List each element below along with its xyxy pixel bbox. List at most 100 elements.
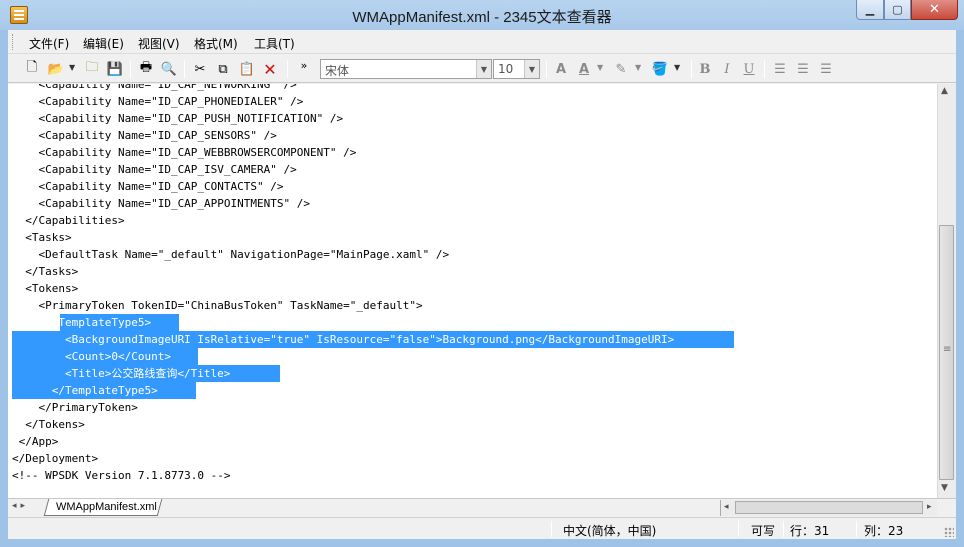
- status-row: 行：31: [790, 524, 830, 538]
- close-button[interactable]: ✕: [911, 0, 958, 20]
- scroll-left-icon[interactable]: ◂: [724, 502, 729, 512]
- code-line: <PrimaryToken TokenID="ChinaBusToken" Ta…: [12, 299, 423, 312]
- code-line: <Capability Name="ID_CAP_NETWORKING" />: [12, 84, 297, 91]
- copy-icon[interactable]: ⧉: [213, 59, 233, 79]
- code-line: <Tasks>: [12, 231, 72, 244]
- open-dropdown-icon[interactable]: ▼: [69, 63, 75, 72]
- code-line: <Capability Name="ID_CAP_ISV_CAMERA" />: [12, 163, 297, 176]
- code-line: </Capabilities>: [12, 214, 125, 227]
- status-separator: [551, 521, 552, 537]
- new-file-icon[interactable]: 🗋: [22, 59, 42, 79]
- code-line: <Capability Name="ID_CAP_WEBBROWSERCOMPO…: [12, 146, 357, 159]
- align-right-icon[interactable]: ☰: [816, 59, 836, 79]
- delete-icon[interactable]: ✕: [260, 59, 280, 79]
- highlight-icon[interactable]: ✎: [611, 59, 631, 79]
- title-bar: WMAppManifest.xml - 2345文本查看器 ▁ ▢ ✕: [0, 0, 964, 30]
- code-line-selected: <Count>0</Count>: [12, 350, 171, 363]
- vertical-scroll-thumb[interactable]: [939, 225, 954, 480]
- menu-file[interactable]: 文件(F): [29, 35, 69, 52]
- minimize-button[interactable]: ▁: [856, 0, 884, 20]
- highlight-dropdown-icon[interactable]: ▼: [635, 63, 641, 72]
- code-line: <!-- WPSDK Version 7.1.8773.0 -->: [12, 469, 231, 482]
- code-line: <DefaultTask Name="_default" NavigationP…: [12, 248, 450, 261]
- chevron-down-icon[interactable]: ▼: [476, 60, 491, 78]
- code-line-selected: <Title>公交路线查询</Title>: [12, 367, 231, 380]
- font-size-value: 10: [498, 62, 514, 76]
- tab-scroll-arrows-icon[interactable]: ◂▸: [12, 501, 29, 511]
- vertical-scrollbar[interactable]: ▲ ▼: [937, 84, 956, 498]
- italic-icon[interactable]: I: [717, 59, 737, 79]
- status-encoding: 中文(简体，中国): [563, 524, 657, 538]
- maximize-button[interactable]: ▢: [884, 0, 911, 20]
- menu-tools[interactable]: 工具(T): [254, 35, 295, 52]
- scroll-up-icon[interactable]: ▲: [941, 86, 948, 96]
- window-title: WMAppManifest.xml - 2345文本查看器: [352, 9, 612, 26]
- font-name-value: 宋体: [325, 64, 350, 78]
- save-icon[interactable]: 💾: [105, 59, 125, 79]
- find-icon[interactable]: 🔍: [159, 59, 179, 79]
- maximize-icon: ▢: [892, 3, 903, 16]
- code-line: </Tokens>: [12, 418, 85, 431]
- window-frame: [0, 539, 964, 547]
- horizontal-scrollbar[interactable]: ◂ ▸: [720, 500, 937, 516]
- paste-icon[interactable]: 📋: [237, 59, 257, 79]
- open-folder-icon[interactable]: 📂: [46, 59, 66, 79]
- cut-icon[interactable]: ✂: [190, 59, 210, 79]
- align-center-icon[interactable]: ☰: [793, 59, 813, 79]
- text-editor[interactable]: <Capability Name="ID_CAP_NETWORKING" /> …: [8, 84, 937, 498]
- code-line: <Capability Name="ID_CAP_CONTACTS" />: [12, 180, 284, 193]
- scroll-right-icon[interactable]: ▸: [927, 502, 932, 512]
- code-line-selected: <BackgroundImageURI IsRelative="true" Is…: [12, 333, 675, 346]
- open-recent-folder-icon[interactable]: 🗀: [82, 59, 102, 79]
- code-line: </Deployment>: [12, 452, 99, 465]
- menu-format[interactable]: 格式(M): [194, 35, 238, 52]
- fill-color-dropdown-icon[interactable]: ▼: [674, 63, 680, 72]
- chevron-down-icon[interactable]: ▼: [524, 60, 539, 78]
- code-line: <Capability Name="ID_CAP_APPOINTMENTS" /…: [12, 197, 311, 210]
- status-bar: 中文(简体，中国) 可写 行：31 列：23: [8, 517, 956, 539]
- code-line: </PrimaryToken>: [12, 401, 138, 414]
- toolbar-separator: [130, 60, 131, 78]
- code-line: </Tasks>: [12, 265, 79, 278]
- print-icon[interactable]: 🖶: [136, 59, 156, 79]
- toolbar-separator: [184, 60, 185, 78]
- status-col: 列：23: [864, 524, 904, 538]
- code-line: <Tokens>: [12, 282, 79, 295]
- font-grow-icon[interactable]: A: [551, 59, 571, 79]
- toolbar-separator: [546, 60, 547, 78]
- overflow-icon[interactable]: »: [294, 55, 314, 75]
- status-separator: [783, 521, 784, 537]
- menu-view[interactable]: 视图(V): [138, 35, 180, 52]
- code-line-selected: <TemplateType5>: [12, 316, 152, 329]
- document-tab-bar: ◂▸ WMAppManifest.xml ◂ ▸: [8, 498, 956, 517]
- fill-color-icon[interactable]: 🪣: [650, 59, 670, 79]
- code-line: <Capability Name="ID_CAP_PHONEDIALER" />: [12, 95, 304, 108]
- scroll-down-icon[interactable]: ▼: [941, 483, 948, 493]
- tab-label: WMAppManifest.xml: [56, 501, 157, 513]
- bold-icon[interactable]: B: [695, 59, 715, 79]
- font-name-combo[interactable]: 宋体 ▼: [320, 59, 492, 79]
- toolbar-separator: [691, 60, 692, 78]
- close-icon: ✕: [929, 2, 940, 17]
- font-color-dropdown-icon[interactable]: ▼: [597, 63, 603, 72]
- horizontal-scroll-thumb[interactable]: [735, 501, 923, 514]
- menu-bar: 文件(F) 编辑(E) 视图(V) 格式(M) 工具(T): [8, 30, 956, 54]
- font-color-icon[interactable]: A: [574, 59, 594, 79]
- status-separator: [738, 521, 739, 537]
- code-line: <Capability Name="ID_CAP_SENSORS" />: [12, 129, 277, 142]
- resize-grip-icon[interactable]: [944, 527, 954, 537]
- menubar-grip[interactable]: [12, 34, 15, 50]
- code-line: <Capability Name="ID_CAP_PUSH_NOTIFICATI…: [12, 112, 344, 125]
- toolbar-separator: [287, 60, 288, 78]
- toolbar: 🗋 📂 ▼ 🗀 💾 🖶 🔍 ✂ ⧉ 📋 ✕ » 宋体 ▼ 10 ▼ A A ▼ …: [8, 55, 956, 83]
- menu-edit[interactable]: 编辑(E): [83, 35, 124, 52]
- toolbar-separator: [764, 60, 765, 78]
- status-mode: 可写: [751, 524, 776, 538]
- status-separator: [856, 521, 857, 537]
- code-line-selected: </TemplateType5>: [12, 384, 158, 397]
- font-size-combo[interactable]: 10 ▼: [493, 59, 540, 79]
- underline-icon[interactable]: U: [739, 59, 759, 79]
- align-left-icon[interactable]: ☰: [770, 59, 790, 79]
- client-area: 文件(F) 编辑(E) 视图(V) 格式(M) 工具(T) 🗋 📂 ▼ 🗀 💾 …: [8, 30, 956, 539]
- minimize-icon: ▁: [865, 3, 875, 16]
